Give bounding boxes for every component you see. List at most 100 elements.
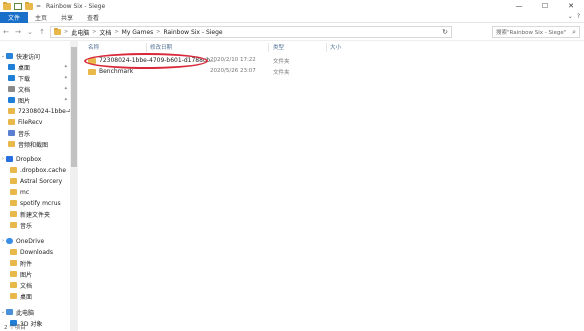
folder-icon[interactable] bbox=[3, 1, 11, 10]
folder-icon bbox=[8, 108, 15, 114]
sidebar-item-onedrive-pictures[interactable]: 图片 bbox=[10, 269, 32, 279]
search-icon: ⌕ bbox=[572, 28, 576, 36]
sidebar-item-dropbox-music[interactable]: 音乐 bbox=[10, 220, 32, 230]
sidebar-item-label: 桌面 bbox=[20, 293, 33, 301]
sidebar-item-guid-folder[interactable]: 72308024-1bbe-4 bbox=[8, 106, 72, 116]
folder-icon bbox=[10, 200, 17, 206]
back-button[interactable]: ← bbox=[0, 28, 12, 36]
folder-icon bbox=[10, 293, 17, 299]
sidebar-scrollbar[interactable] bbox=[70, 41, 78, 331]
sidebar-item-filerecv[interactable]: FileRecv bbox=[8, 117, 42, 127]
file-date: 2020/2/10 17:22 bbox=[210, 57, 256, 63]
help-icon[interactable]: ? bbox=[577, 13, 580, 20]
recent-locations-button[interactable]: ⌄ bbox=[24, 28, 36, 36]
sidebar-item-audio-screenshots[interactable]: 音频和截图 bbox=[8, 139, 48, 149]
sidebar-item-label: 音乐 bbox=[18, 130, 31, 138]
sidebar-item-label: mc bbox=[20, 188, 30, 196]
tab-view[interactable]: 查看 bbox=[80, 12, 106, 23]
folder-icon bbox=[10, 260, 17, 266]
folder-icon bbox=[10, 222, 17, 228]
sidebar-item-desktop[interactable]: 桌面 ✦ bbox=[8, 62, 70, 72]
sidebar-item-label: Astral Sorcery bbox=[20, 177, 63, 185]
sidebar-item-label: 图片 bbox=[18, 97, 31, 105]
file-date: 2020/5/26 23:07 bbox=[210, 68, 256, 74]
sidebar-item-new-folder[interactable]: 新建文件夹 bbox=[10, 209, 50, 219]
folder-icon bbox=[8, 141, 15, 147]
sidebar-item-onedrive-documents[interactable]: 文档 bbox=[10, 280, 32, 290]
up-button[interactable]: ↑ bbox=[36, 28, 48, 36]
new-folder-icon[interactable] bbox=[25, 1, 33, 10]
properties-icon[interactable] bbox=[14, 2, 22, 10]
quick-access-toolbar: = bbox=[0, 1, 41, 10]
sidebar-item-label: .dropbox.cache bbox=[20, 166, 67, 174]
navigation-bar: ← → ⌄ ↑ > 此电脑 > 文档 > My Games > Rainbow … bbox=[0, 23, 584, 41]
maximize-button[interactable]: ☐ bbox=[532, 0, 558, 12]
scrollbar-thumb[interactable] bbox=[71, 47, 77, 167]
sidebar-item-documents[interactable]: 文档 ✦ bbox=[8, 84, 70, 94]
sidebar-item-this-pc[interactable]: ⌄ 此电脑 bbox=[0, 307, 34, 317]
tab-home[interactable]: 主页 bbox=[28, 12, 54, 23]
folder-icon bbox=[10, 282, 17, 288]
sidebar-item-label: 音频和截图 bbox=[18, 141, 49, 149]
sidebar-item-label: spotify mcrus bbox=[20, 199, 61, 207]
address-bar[interactable]: > 此电脑 > 文档 > My Games > Rainbow Six - Si… bbox=[50, 26, 452, 38]
breadcrumb-rainbow-six-siege[interactable]: Rainbow Six - Siege bbox=[163, 29, 222, 36]
sidebar-item-spotify[interactable]: spotify mcrus bbox=[10, 198, 61, 208]
customize-toolbar-icon[interactable]: = bbox=[36, 3, 41, 10]
refresh-icon[interactable]: ↻ bbox=[442, 28, 448, 36]
sidebar-item-quick-access[interactable]: ⌄ 快速访问 bbox=[0, 51, 40, 61]
tab-file[interactable]: 文件 bbox=[0, 11, 29, 23]
file-type: 文件夹 bbox=[273, 59, 290, 65]
column-divider[interactable] bbox=[146, 43, 147, 52]
tab-share[interactable]: 共享 bbox=[54, 12, 80, 23]
breadcrumb-separator: > bbox=[92, 29, 97, 35]
sidebar-item-label: Downloads bbox=[20, 248, 53, 256]
file-type: 文件夹 bbox=[273, 70, 290, 76]
sidebar-item-label: Dropbox bbox=[16, 155, 42, 163]
expand-ribbon-icon[interactable]: ⌄ bbox=[568, 13, 573, 20]
forward-button[interactable]: → bbox=[12, 28, 24, 36]
breadcrumb-separator: > bbox=[156, 29, 161, 35]
breadcrumb-documents[interactable]: 文档 bbox=[99, 28, 111, 37]
pin-icon: ✦ bbox=[63, 86, 68, 92]
item-count: 2 个项目 bbox=[4, 324, 26, 331]
breadcrumb-separator: > bbox=[64, 29, 69, 35]
title-bar: = Rainbow Six - Siege — ☐ ✕ bbox=[0, 0, 584, 12]
folder-icon bbox=[10, 189, 17, 195]
sidebar-item-onedrive-attachments[interactable]: 附件 bbox=[10, 258, 32, 268]
desktop-icon bbox=[8, 64, 15, 70]
sidebar-item-mc[interactable]: mc bbox=[10, 187, 29, 197]
sidebar-item-onedrive[interactable]: › OneDrive bbox=[0, 236, 44, 246]
sidebar-item-dropbox-cache[interactable]: .dropbox.cache bbox=[10, 165, 66, 175]
document-icon bbox=[8, 86, 15, 92]
window-controls: — ☐ ✕ bbox=[506, 0, 584, 12]
sidebar-item-onedrive-downloads[interactable]: Downloads bbox=[10, 247, 53, 257]
star-icon bbox=[6, 53, 13, 59]
column-header-date[interactable]: 修改日期 bbox=[150, 43, 172, 52]
folder-icon bbox=[10, 271, 17, 277]
sidebar-item-astral-sorcery[interactable]: Astral Sorcery bbox=[10, 176, 62, 186]
breadcrumb-my-games[interactable]: My Games bbox=[122, 29, 154, 36]
column-divider[interactable] bbox=[268, 43, 269, 52]
sidebar-item-music[interactable]: 音乐 bbox=[8, 128, 30, 138]
column-divider[interactable] bbox=[326, 43, 327, 52]
minimize-button[interactable]: — bbox=[506, 0, 532, 12]
dropbox-icon bbox=[6, 156, 13, 162]
column-header-type[interactable]: 类型 bbox=[273, 43, 284, 52]
sidebar-item-label: 下载 bbox=[18, 75, 31, 83]
window-title: Rainbow Six - Siege bbox=[46, 2, 106, 10]
column-header-name[interactable]: 名称 bbox=[88, 43, 99, 52]
breadcrumb-this-pc[interactable]: 此电脑 bbox=[71, 28, 89, 37]
folder-icon bbox=[10, 211, 17, 217]
sidebar-item-dropbox[interactable]: › Dropbox bbox=[0, 154, 41, 164]
sidebar-item-pictures[interactable]: 图片 ✦ bbox=[8, 95, 70, 105]
close-button[interactable]: ✕ bbox=[558, 0, 584, 12]
folder-icon bbox=[88, 69, 96, 75]
sidebar-item-label: 音乐 bbox=[20, 222, 33, 230]
search-input[interactable]: 搜索"Rainbow Six - Siege" ⌕ bbox=[492, 26, 580, 38]
column-header-size[interactable]: 大小 bbox=[330, 43, 341, 52]
file-list: 名称 修改日期 类型 大小 72308024-1bbe-4709-b601-d1… bbox=[80, 41, 584, 331]
sidebar-item-onedrive-desktop[interactable]: 桌面 bbox=[10, 291, 32, 301]
sidebar-item-downloads[interactable]: 下载 ✦ bbox=[8, 73, 70, 83]
folder-icon bbox=[10, 178, 17, 184]
